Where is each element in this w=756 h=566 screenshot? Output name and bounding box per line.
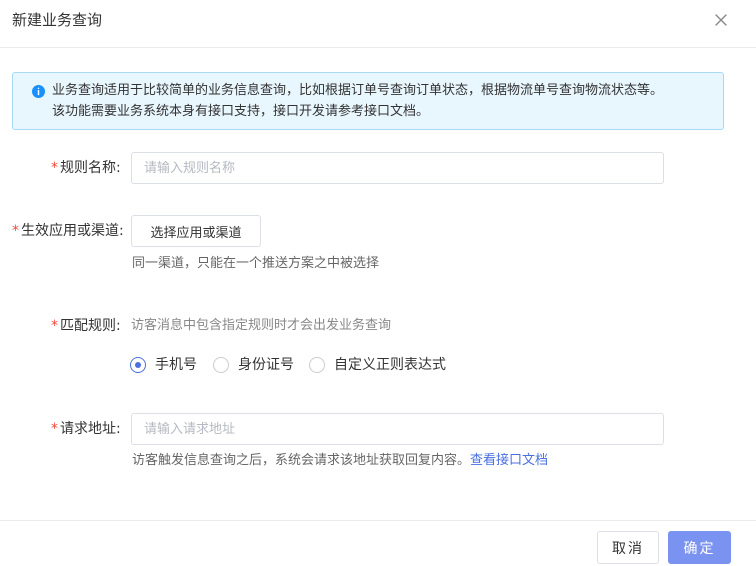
cancel-button[interactable]: 取消: [597, 531, 659, 564]
rule-name-input[interactable]: [131, 152, 664, 184]
required-mark: *: [51, 160, 58, 176]
request-url-hint: 访客触发信息查询之后，系统会请求该地址获取回复内容。查看接口文档: [132, 453, 549, 468]
required-mark: *: [51, 318, 58, 334]
rule-name-label: * 规则名称:: [51, 160, 121, 176]
channel-label: * 生效应用或渠道:: [12, 223, 124, 239]
request-url-input[interactable]: [131, 413, 664, 445]
view-api-doc-link[interactable]: 查看接口文档: [470, 453, 548, 468]
request-url-label: * 请求地址:: [51, 421, 121, 437]
info-alert: 业务查询适用于比较简单的业务信息查询，比如根据订单号查询订单状态，根据物流单号查…: [12, 72, 724, 130]
confirm-button[interactable]: 确定: [668, 531, 731, 564]
alert-text-line-2: 该功能需要业务系统本身有接口支持，接口开发请参考接口文档。: [52, 104, 430, 119]
dialog-footer: 取消 确定: [0, 520, 756, 566]
dialog-header: 新建业务查询: [0, 0, 756, 48]
match-rule-label: * 匹配规则:: [51, 318, 121, 334]
channel-hint: 同一渠道，只能在一个推送方案之中被选择: [132, 256, 380, 271]
required-mark: *: [51, 421, 58, 437]
alert-text-line-1: 业务查询适用于比较简单的业务信息查询，比如根据订单号查询订单状态，根据物流单号查…: [52, 83, 664, 98]
new-business-query-dialog: 新建业务查询 业务查询适用于比较简单的业务信息查询，比如根据订单号查询订单状态，…: [0, 0, 756, 566]
close-icon[interactable]: [712, 11, 730, 29]
required-mark: *: [12, 223, 19, 239]
radio-circle-icon: [309, 357, 325, 373]
match-rule-description: 访客消息中包含指定规则时才会出发业务查询: [131, 318, 392, 333]
info-icon: [32, 85, 45, 98]
select-channel-button[interactable]: 选择应用或渠道: [131, 215, 261, 247]
radio-circle-icon: [130, 357, 146, 373]
dialog-title: 新建业务查询: [12, 11, 103, 29]
radio-circle-icon: [213, 357, 229, 373]
